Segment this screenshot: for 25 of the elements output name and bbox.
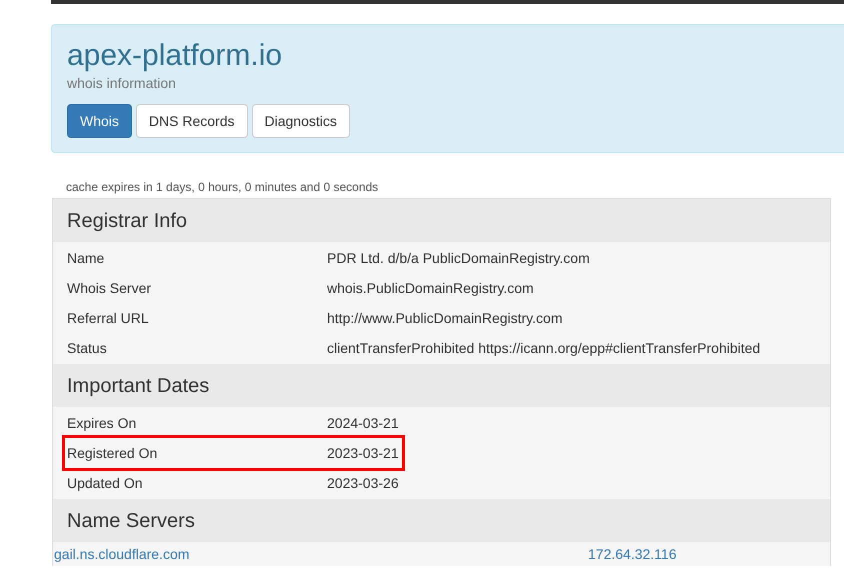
field-label: Expires On <box>67 414 138 433</box>
field-label: Name <box>67 248 106 268</box>
section-heading: Registrar Info <box>67 208 188 234</box>
field-value: 2024-03-21 <box>327 414 399 432</box>
page-subtitle: whois information <box>67 74 176 93</box>
field-label: Registered On <box>67 444 158 463</box>
field-value: whois.PublicDomainRegistry.com <box>327 278 534 298</box>
field-value: PDR Ltd. d/b/a PublicDomainRegistry.com <box>327 248 590 268</box>
ip-address-link[interactable]: 172.64.32.116 <box>588 544 676 564</box>
field-value: http://www.PublicDomainRegistry.com <box>327 308 562 328</box>
field-value: clientTransferProhibited https://icann.org/epp#clientTransferProhibited <box>327 338 760 358</box>
field-value: 2023-03-21 <box>327 444 399 462</box>
cache-note: cache expires in 1 days, 0 hours, 0 minutes and 0 seconds <box>66 179 378 196</box>
field-value: 2023-03-26 <box>327 474 399 492</box>
section-heading: Name Servers <box>67 508 195 534</box>
domain-title: apex-platform.io <box>67 39 282 73</box>
tab[interactable]: DNS Records <box>136 104 248 138</box>
tab[interactable]: Diagnostics <box>252 104 350 138</box>
field-label: Referral URL <box>67 308 150 328</box>
field-label: Status <box>67 338 108 358</box>
tab[interactable]: Whois <box>67 104 132 138</box>
section-heading: Important Dates <box>67 374 210 398</box>
field-label: Updated On <box>67 474 144 493</box>
nameserver-link[interactable]: gail.ns.cloudflare.com <box>54 544 588 564</box>
field-label: Whois Server <box>67 278 152 298</box>
